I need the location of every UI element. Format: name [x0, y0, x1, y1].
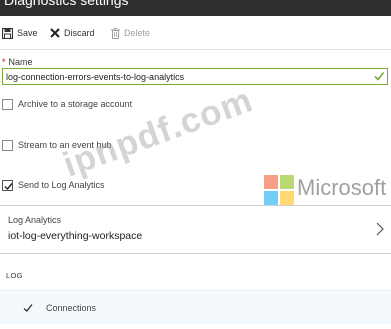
microsoft-logo: [264, 175, 294, 205]
send-label: Send to Log Analytics: [18, 180, 105, 190]
send-option[interactable]: Send to Log Analytics: [2, 178, 105, 192]
microsoft-logo-text: Microsoft: [297, 175, 387, 200]
connections-checkbox[interactable]: [22, 301, 34, 313]
discard-button[interactable]: Discard: [50, 26, 95, 40]
log-analytics-workspace[interactable]: iot-log-everything-workspace: [8, 230, 142, 242]
divider: [0, 253, 391, 254]
save-icon: [2, 27, 13, 39]
toolbar: Save Discard Delete: [0, 16, 391, 50]
discard-label: Discard: [64, 28, 95, 38]
close-icon: [50, 28, 60, 38]
log-analytics-label: Log Analytics: [8, 215, 62, 225]
stream-checkbox[interactable]: [2, 139, 13, 151]
trash-icon: [111, 27, 120, 39]
connections-label: Connections: [46, 303, 97, 313]
archive-option[interactable]: Archive to a storage account: [2, 97, 132, 111]
log-section-header: LOG: [6, 271, 23, 280]
name-label-text: Name: [8, 57, 33, 67]
required-marker: *: [2, 57, 6, 67]
chevron-right-icon[interactable]: [376, 222, 384, 236]
log-item-row[interactable]: Connections: [0, 290, 391, 324]
checkmark-icon: [4, 182, 13, 190]
save-label: Save: [17, 28, 38, 38]
divider: [0, 205, 391, 206]
send-checkbox[interactable]: [2, 179, 13, 191]
archive-checkbox[interactable]: [2, 98, 13, 110]
delete-button[interactable]: Delete: [111, 26, 150, 40]
valid-check-icon: [374, 72, 385, 81]
watermark-text: ipnpdf.com: [58, 80, 258, 185]
name-input[interactable]: [2, 68, 388, 85]
name-field-label: * Name: [2, 57, 33, 67]
title-bar: Diagnostics settings: [0, 0, 391, 16]
archive-label: Archive to a storage account: [18, 99, 133, 109]
save-button[interactable]: Save: [2, 26, 38, 40]
window-title: Diagnostics settings: [4, 0, 129, 8]
delete-label: Delete: [124, 28, 151, 38]
checkmark-icon: [23, 304, 33, 312]
